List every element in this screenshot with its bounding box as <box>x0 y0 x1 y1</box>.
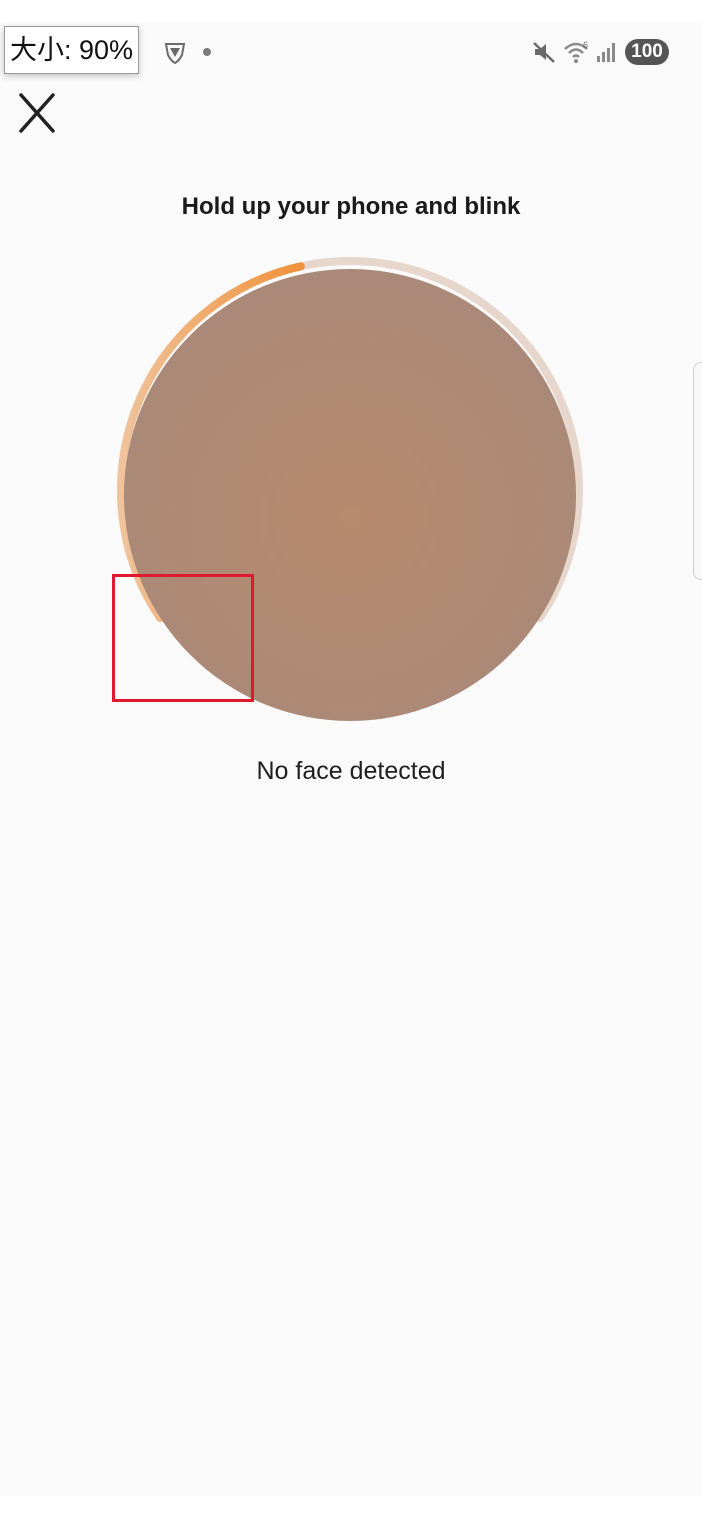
top-strip <box>0 0 702 22</box>
face-liveness-screen: 大小: 90% 6 100 Hold up your phone and bli… <box>0 0 702 1518</box>
notification-dot-icon <box>203 48 211 56</box>
bottom-strip <box>0 1496 702 1518</box>
signal-icon <box>597 43 615 62</box>
mute-icon <box>533 42 555 63</box>
edge-panel-handle[interactable] <box>693 362 702 580</box>
face-status-text: No face detected <box>256 757 446 785</box>
svg-text:6: 6 <box>583 40 588 50</box>
wifi-icon: 6 <box>564 40 588 63</box>
size-indicator: 大小: 90% <box>4 26 140 74</box>
status-bar: 大小: 90% 6 100 <box>0 22 702 78</box>
vpn-shield-icon <box>164 43 186 65</box>
battery-icon: 100 <box>625 39 669 65</box>
instruction-text: Hold up your phone and blink <box>181 193 521 220</box>
highlight-box <box>112 574 254 702</box>
close-button[interactable] <box>14 90 60 136</box>
close-icon <box>19 93 55 133</box>
